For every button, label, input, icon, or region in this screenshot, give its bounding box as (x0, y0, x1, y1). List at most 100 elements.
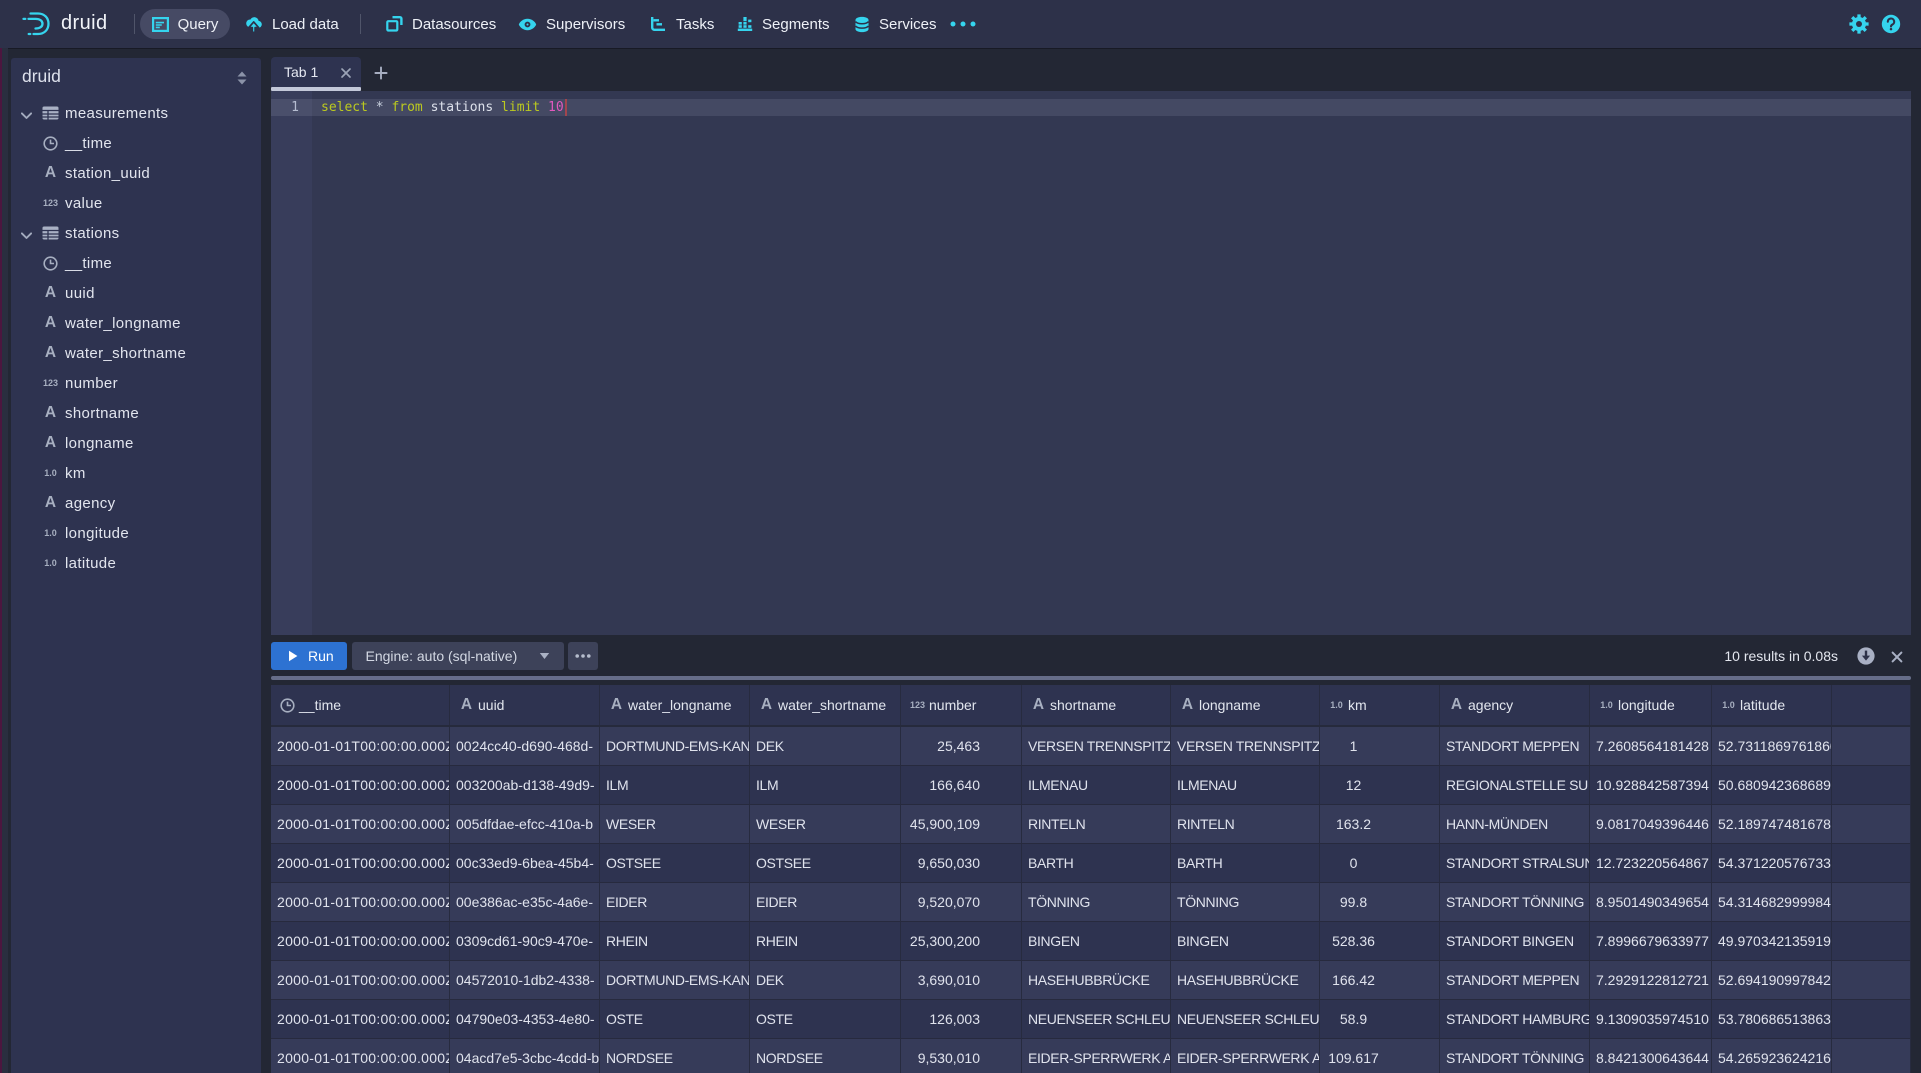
cell-__time-row7[interactable]: 2000-01-01T00:00:00.000Z (271, 961, 450, 999)
cell-number-row5[interactable]: 9,520,070 (901, 883, 1022, 921)
cell-longname-row5[interactable]: TÖNNING (1171, 883, 1320, 921)
cell-water_longname-row1[interactable]: DORTMUND-EMS-KANAL (600, 727, 750, 765)
column-header-number[interactable]: 123number (901, 685, 1022, 725)
nav-item-query[interactable]: Query (140, 9, 230, 39)
cell-__time-row1[interactable]: 2000-01-01T00:00:00.000Z (271, 727, 450, 765)
nav-item-segments[interactable]: Segments (737, 0, 830, 48)
tree-column-station_uuid[interactable]: Astation_uuid (11, 158, 261, 188)
cell-water_shortname-row8[interactable]: OSTE (750, 1000, 901, 1038)
download-results-icon[interactable] (1857, 647, 1875, 665)
cell-longname-row9[interactable]: EIDER-SPERRWERK AP (1171, 1039, 1320, 1073)
cell-longname-row8[interactable]: NEUENSEER SCHLEUSE (1171, 1000, 1320, 1038)
cell-km-row9[interactable]: 109.617 (1320, 1039, 1440, 1073)
cell-agency-row5[interactable]: STANDORT TÖNNING (1440, 883, 1590, 921)
cell-uuid-row1[interactable]: 0024cc40-d690-468d- (450, 727, 600, 765)
tree-column-uuid[interactable]: Auuid (11, 278, 261, 308)
tree-column-latitude[interactable]: 1.0latitude (11, 548, 261, 578)
cell-longitude-row4[interactable]: 12.723220564867 (1590, 844, 1712, 882)
tree-column-longname[interactable]: Alongname (11, 428, 261, 458)
cell-shortname-row3[interactable]: RINTELN (1022, 805, 1171, 843)
tree-table-measurements[interactable]: measurements (11, 98, 261, 128)
cell-latitude-row3[interactable]: 52.1897474816788 (1712, 805, 1832, 843)
tree-column-longitude[interactable]: 1.0longitude (11, 518, 261, 548)
tree-column-number[interactable]: 123number (11, 368, 261, 398)
tree-column-__time[interactable]: __time (11, 248, 261, 278)
cell-uuid-row8[interactable]: 04790e03-4353-4e80- (450, 1000, 600, 1038)
cell-agency-row4[interactable]: STANDORT STRALSUND (1440, 844, 1590, 882)
cell-uuid-row5[interactable]: 00e386ac-e35c-4a6e- (450, 883, 600, 921)
cell-number-row8[interactable]: 126,003 (901, 1000, 1022, 1038)
nav-item-load-data[interactable]: Load data (245, 0, 339, 48)
cell--row1[interactable] (1832, 727, 1911, 765)
engine-select-button[interactable]: Engine: auto (sql-native) (352, 642, 564, 670)
settings-gear-icon[interactable] (1849, 14, 1869, 34)
cell-water_shortname-row5[interactable]: EIDER (750, 883, 901, 921)
cell--row2[interactable] (1832, 766, 1911, 804)
nav-item-datasources[interactable]: Datasources (386, 0, 496, 48)
cell-water_shortname-row4[interactable]: OSTSEE (750, 844, 901, 882)
cell-km-row1[interactable]: 1 (1320, 727, 1440, 765)
cell-latitude-row2[interactable]: 50.6809423686897 (1712, 766, 1832, 804)
cell-km-row7[interactable]: 166.42 (1320, 961, 1440, 999)
cell-shortname-row2[interactable]: ILMENAU (1022, 766, 1171, 804)
cell-latitude-row1[interactable]: 52.7311869761860 (1712, 727, 1832, 765)
column-header-latitude[interactable]: 1.0latitude (1712, 685, 1832, 725)
nav-item-supervisors[interactable]: Supervisors (518, 0, 625, 48)
cell-__time-row3[interactable]: 2000-01-01T00:00:00.000Z (271, 805, 450, 843)
cell-water_longname-row6[interactable]: RHEIN (600, 922, 750, 960)
cell-__time-row8[interactable]: 2000-01-01T00:00:00.000Z (271, 1000, 450, 1038)
cell-agency-row1[interactable]: STANDORT MEPPEN (1440, 727, 1590, 765)
cell--row5[interactable] (1832, 883, 1911, 921)
cell-__time-row2[interactable]: 2000-01-01T00:00:00.000Z (271, 766, 450, 804)
tree-column-water_shortname[interactable]: Awater_shortname (11, 338, 261, 368)
column-header-uuid[interactable]: Auuid (450, 685, 600, 725)
cell-km-row4[interactable]: 0 (1320, 844, 1440, 882)
tab-close-icon[interactable] (340, 66, 352, 78)
cell--row3[interactable] (1832, 805, 1911, 843)
cell-longitude-row5[interactable]: 8.9501490349654 (1590, 883, 1712, 921)
cell-agency-row3[interactable]: HANN-MÜNDEN (1440, 805, 1590, 843)
cell-longitude-row6[interactable]: 7.8996679633977 (1590, 922, 1712, 960)
cell-shortname-row4[interactable]: BARTH (1022, 844, 1171, 882)
cell-longname-row1[interactable]: VERSEN TRENNSPITZE (1171, 727, 1320, 765)
cell-km-row8[interactable]: 58.9 (1320, 1000, 1440, 1038)
cell-uuid-row7[interactable]: 04572010-1db2-4338- (450, 961, 600, 999)
cell--row7[interactable] (1832, 961, 1911, 999)
tree-column-shortname[interactable]: Ashortname (11, 398, 261, 428)
double-caret-vertical-icon[interactable] (236, 71, 248, 85)
cell-agency-row6[interactable]: STANDORT BINGEN (1440, 922, 1590, 960)
cell-water_shortname-row7[interactable]: DEK (750, 961, 901, 999)
tree-column-__time[interactable]: __time (11, 128, 261, 158)
cell-shortname-row9[interactable]: EIDER-SPERRWERK AP (1022, 1039, 1171, 1073)
cell-km-row2[interactable]: 12 (1320, 766, 1440, 804)
cell-number-row1[interactable]: 25,463 (901, 727, 1022, 765)
cell-uuid-row3[interactable]: 005dfdae-efcc-410a-b (450, 805, 600, 843)
run-button[interactable]: Run (271, 642, 347, 670)
cell-water_shortname-row2[interactable]: ILM (750, 766, 901, 804)
panel-splitter[interactable] (271, 676, 1911, 680)
cell-latitude-row8[interactable]: 53.7806865138631 (1712, 1000, 1832, 1038)
cell-uuid-row4[interactable]: 00c33ed9-6bea-45b4- (450, 844, 600, 882)
tree-column-water_longname[interactable]: Awater_longname (11, 308, 261, 338)
cell-water_longname-row7[interactable]: DORTMUND-EMS-KANAL (600, 961, 750, 999)
close-results-icon[interactable] (1891, 650, 1903, 662)
column-header-longname[interactable]: Alongname (1171, 685, 1320, 725)
cell-water_longname-row2[interactable]: ILM (600, 766, 750, 804)
cell-shortname-row6[interactable]: BINGEN (1022, 922, 1171, 960)
cell-longname-row7[interactable]: HASEHUBBRÜCKE (1171, 961, 1320, 999)
tree-table-stations[interactable]: stations (11, 218, 261, 248)
cell-water_shortname-row3[interactable]: WESER (750, 805, 901, 843)
cell-number-row7[interactable]: 3,690,010 (901, 961, 1022, 999)
column-header-water_longname[interactable]: Awater_longname (600, 685, 750, 725)
cell-agency-row8[interactable]: STANDORT HAMBURG (1440, 1000, 1590, 1038)
cell-number-row4[interactable]: 9,650,030 (901, 844, 1022, 882)
cell-longname-row6[interactable]: BINGEN (1171, 922, 1320, 960)
new-tab-plus-icon[interactable] (374, 66, 388, 80)
chevron-down-icon[interactable] (21, 228, 32, 239)
cell-agency-row7[interactable]: STANDORT MEPPEN (1440, 961, 1590, 999)
cell-longitude-row8[interactable]: 9.1309035974510 (1590, 1000, 1712, 1038)
tree-column-value[interactable]: 123value (11, 188, 261, 218)
cell-__time-row5[interactable]: 2000-01-01T00:00:00.000Z (271, 883, 450, 921)
nav-item-services[interactable]: Services (854, 0, 937, 48)
cell-latitude-row4[interactable]: 54.3712205767332 (1712, 844, 1832, 882)
